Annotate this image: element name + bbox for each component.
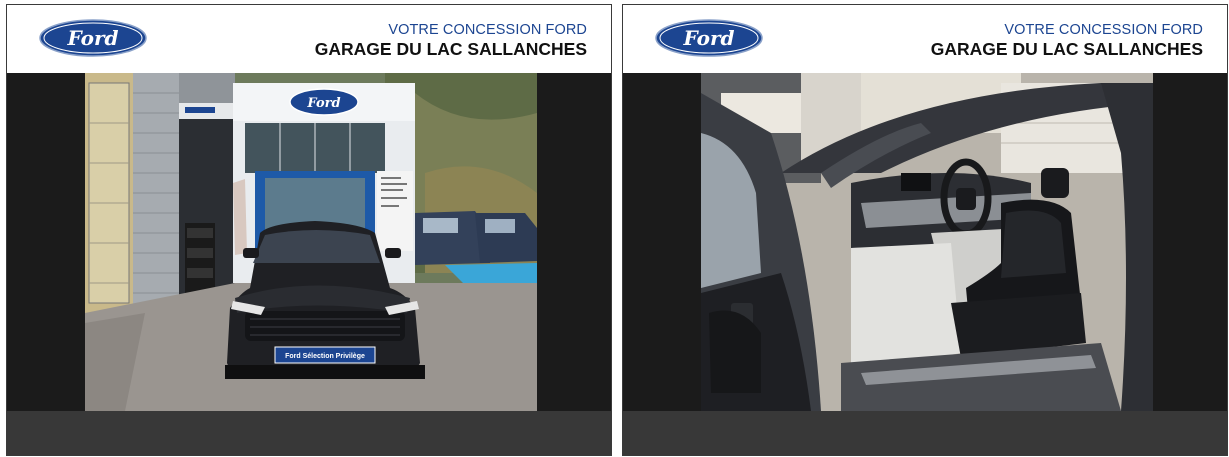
dealer-subtitle: VOTRE CONCESSION FORD xyxy=(388,22,587,38)
showroom-ford-sign: Ford xyxy=(306,96,340,111)
dealer-name: GARAGE DU LAC SALLANCHES xyxy=(314,38,587,59)
vehicle-photo-interior[interactable] xyxy=(701,73,1153,411)
ford-logo-text: Ford xyxy=(683,26,735,50)
card-footer xyxy=(623,411,1227,455)
card-footer xyxy=(7,411,611,455)
dealer-info: VOTRE CONCESSION FORD GARAGE DU LAC SALL… xyxy=(931,23,1203,58)
vehicle-photo-exterior[interactable]: Ford Ford Sélection Privilège xyxy=(85,73,537,411)
card-header: Ford VOTRE CONCESSION FORD GARAGE DU LAC… xyxy=(623,5,1227,73)
card-header: Ford VOTRE CONCESSION FORD GARAGE DU LAC… xyxy=(7,5,611,73)
listing-card-interior[interactable]: Ford VOTRE CONCESSION FORD GARAGE DU LAC… xyxy=(622,4,1228,456)
dealer-name: GARAGE DU LAC SALLANCHES xyxy=(930,38,1203,59)
plate-badge: Ford Sélection Privilège xyxy=(285,353,365,360)
dealer-subtitle: VOTRE CONCESSION FORD xyxy=(1004,22,1203,38)
ford-logo: Ford xyxy=(655,19,763,57)
dealer-info: VOTRE CONCESSION FORD GARAGE DU LAC SALL… xyxy=(315,23,587,58)
ford-logo: Ford xyxy=(39,19,147,57)
listing-card-exterior[interactable]: Ford VOTRE CONCESSION FORD GARAGE DU LAC… xyxy=(6,4,612,456)
ford-logo-text: Ford xyxy=(67,26,119,50)
